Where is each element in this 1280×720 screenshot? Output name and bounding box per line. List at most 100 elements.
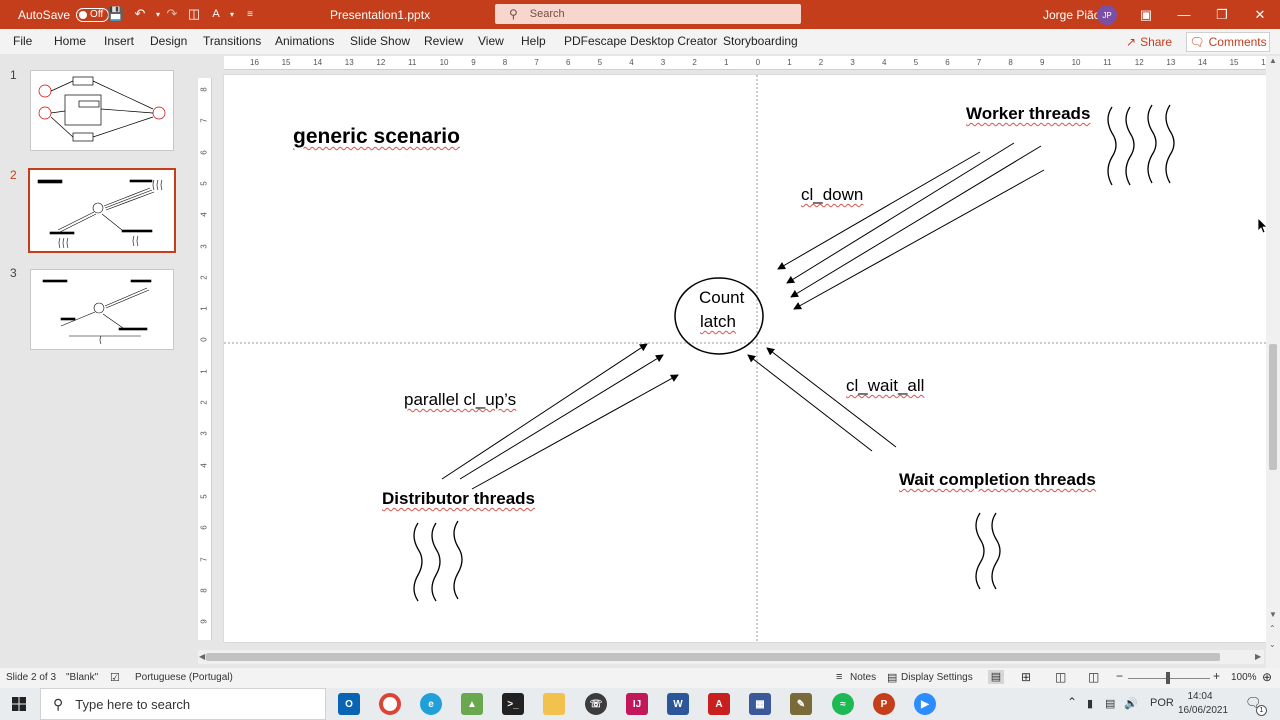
scroll-left-icon[interactable]: ◀ bbox=[199, 652, 205, 661]
slide-thumbnail-1[interactable] bbox=[30, 70, 174, 151]
font-color-dropdown-icon[interactable]: ▾ bbox=[224, 6, 240, 22]
tab-transitions[interactable]: Transitions bbox=[203, 34, 261, 48]
keyboard-language[interactable]: POR bbox=[1150, 697, 1174, 709]
scroll-right-icon[interactable]: ▶ bbox=[1255, 652, 1261, 661]
tray-overflow-icon[interactable]: ⌃ bbox=[1067, 695, 1077, 709]
reading-view-icon[interactable]: ◫ bbox=[1055, 670, 1066, 684]
start-from-beginning-icon[interactable]: ◫ bbox=[186, 6, 202, 22]
zoom-slider-thumb[interactable] bbox=[1166, 672, 1170, 684]
zoom-level[interactable]: 100% bbox=[1231, 672, 1257, 683]
ruler-tick-label: 13 bbox=[344, 58, 354, 67]
autosave-control[interactable]: AutoSave Off bbox=[18, 0, 110, 29]
tab-view[interactable]: View bbox=[478, 34, 504, 48]
word-icon[interactable]: W bbox=[667, 693, 689, 715]
parallel-cl-ups-label[interactable]: parallel cl_up’s bbox=[404, 390, 516, 410]
photos-icon[interactable]: ▲ bbox=[461, 693, 483, 715]
zoom-app-icon[interactable]: ▶ bbox=[914, 693, 936, 715]
edge-icon[interactable]: e bbox=[420, 693, 442, 715]
ruler-tick-label: 1 bbox=[724, 58, 729, 67]
next-slide-icon[interactable]: ⌄ bbox=[1269, 640, 1276, 649]
tab-insert[interactable]: Insert bbox=[104, 34, 134, 48]
horizontal-scrollbar[interactable]: ◀ ▶ bbox=[198, 650, 1264, 664]
windows-start-icon[interactable] bbox=[12, 697, 26, 711]
thumbnail-number: 2 bbox=[10, 168, 17, 182]
comments-button[interactable]: 🗨 Comments bbox=[1186, 32, 1270, 52]
acrobat-icon[interactable]: A bbox=[708, 693, 730, 715]
taskbar-search[interactable]: ⚲ Type here to search bbox=[40, 688, 326, 720]
restore-icon[interactable]: ❐ bbox=[1203, 0, 1241, 29]
scroll-down-icon[interactable]: ▼ bbox=[1269, 610, 1277, 619]
avatar[interactable]: JP bbox=[1097, 5, 1117, 25]
tab-pdfescape[interactable]: PDFescape Desktop Creator bbox=[564, 34, 717, 48]
file-explorer-icon[interactable] bbox=[543, 693, 565, 715]
slide-thumbnail-3[interactable] bbox=[30, 269, 174, 350]
tab-home[interactable]: Home bbox=[54, 34, 86, 48]
notes-icon: ≡ bbox=[836, 671, 843, 683]
clock[interactable]: 14:04 16/06/2021 bbox=[1178, 690, 1228, 718]
user-name: Jorge Pião bbox=[1043, 7, 1101, 22]
slide-title[interactable]: generic scenario bbox=[293, 125, 460, 149]
horizontal-scroll-thumb[interactable] bbox=[206, 653, 1220, 661]
ruler-tick-label: 4 bbox=[882, 58, 887, 67]
fit-slide-icon[interactable]: ⊕ bbox=[1262, 670, 1272, 684]
slide-sorter-icon[interactable]: ⊞ bbox=[1021, 670, 1031, 684]
whatsapp-icon[interactable]: ☏ bbox=[585, 693, 607, 715]
terminal-icon[interactable]: >_ bbox=[502, 693, 524, 715]
intellij-icon[interactable]: IJ bbox=[626, 693, 648, 715]
app-icon[interactable]: ✎ bbox=[790, 693, 812, 715]
zoom-out-icon[interactable]: − bbox=[1116, 669, 1123, 683]
minimize-icon[interactable]: — bbox=[1165, 0, 1203, 29]
tab-review[interactable]: Review bbox=[424, 34, 463, 48]
accessibility-icon[interactable]: ☑ bbox=[110, 671, 120, 684]
slide-canvas[interactable]: generic scenario Worker threads cl_down … bbox=[224, 75, 1266, 642]
wait-completion-threads-label[interactable]: Wait completion threads bbox=[899, 470, 1096, 490]
language-indicator[interactable]: Portuguese (Portugal) bbox=[135, 672, 233, 683]
chrome-icon[interactable] bbox=[379, 693, 401, 715]
autosave-label: AutoSave bbox=[18, 7, 71, 22]
document-title: Presentation1.pptx bbox=[330, 7, 431, 22]
battery-icon[interactable]: ▮ bbox=[1087, 697, 1093, 710]
vertical-scrollbar[interactable]: ▲ ▼ ⌃ ⌄ bbox=[1266, 56, 1280, 668]
tab-design[interactable]: Design bbox=[150, 34, 187, 48]
zoom-in-icon[interactable]: + bbox=[1213, 669, 1220, 683]
cl-wait-all-label[interactable]: cl_wait_all bbox=[846, 376, 924, 396]
outlook-icon[interactable]: O bbox=[338, 693, 360, 715]
tab-slide-show[interactable]: Slide Show bbox=[350, 34, 410, 48]
horizontal-ruler[interactable]: 16 15 14 13 12 11 10 9 8 7 6 5 4 3 2 1 0 1 2 3 4 5 6 7 8 9 10 11 12 1… bbox=[224, 56, 1270, 70]
tab-file[interactable]: File bbox=[13, 34, 32, 48]
autosave-toggle[interactable]: Off bbox=[76, 7, 110, 22]
thumbnail-3-preview bbox=[42, 279, 152, 345]
cl-down-label[interactable]: cl_down bbox=[801, 185, 863, 205]
vertical-ruler[interactable]: 8 7 6 5 4 3 2 1 0 1 2 3 4 5 6 7 8 9 bbox=[198, 78, 212, 640]
display-settings-button[interactable]: Display Settings bbox=[901, 672, 973, 683]
toggle-knob-icon bbox=[79, 10, 88, 19]
tab-help[interactable]: Help bbox=[521, 34, 546, 48]
slide-thumbnail-2[interactable] bbox=[28, 168, 176, 253]
redo-icon[interactable]: ↷ bbox=[164, 6, 180, 22]
share-button[interactable]: ↗ Share bbox=[1126, 33, 1172, 51]
save-icon[interactable]: 💾 bbox=[108, 6, 124, 22]
virtualbox-icon[interactable]: ▦ bbox=[749, 693, 771, 715]
network-icon[interactable]: ▤ bbox=[1105, 697, 1115, 710]
distributor-threads-label[interactable]: Distributor threads bbox=[382, 489, 535, 509]
tab-animations[interactable]: Animations bbox=[275, 34, 334, 48]
powerpoint-icon[interactable]: P bbox=[873, 693, 895, 715]
worker-threads-label[interactable]: Worker threads bbox=[966, 104, 1090, 124]
close-icon[interactable]: ✕ bbox=[1241, 0, 1279, 29]
ribbon-display-options-icon[interactable]: ▣ bbox=[1127, 0, 1165, 29]
spotify-icon[interactable]: ≈ bbox=[832, 693, 854, 715]
slide-show-icon[interactable]: ◫ bbox=[1088, 670, 1099, 684]
search-box[interactable]: ⚲ Search bbox=[495, 4, 801, 24]
count-latch-line2[interactable]: latch bbox=[700, 312, 736, 332]
normal-view-icon[interactable]: ▤ bbox=[988, 670, 1004, 684]
previous-slide-icon[interactable]: ⌃ bbox=[1269, 624, 1276, 633]
count-latch-line1[interactable]: Count bbox=[699, 288, 744, 308]
customize-toolbar-icon[interactable]: ≡ bbox=[242, 6, 258, 22]
volume-icon[interactable]: 🔊 bbox=[1124, 697, 1138, 710]
tab-storyboarding[interactable]: Storyboarding bbox=[723, 34, 798, 48]
notes-button[interactable]: Notes bbox=[850, 672, 876, 683]
scroll-up-icon[interactable]: ▲ bbox=[1269, 56, 1277, 65]
vertical-scroll-thumb[interactable] bbox=[1269, 344, 1277, 470]
undo-icon[interactable]: ↶ bbox=[132, 6, 148, 22]
font-color-icon[interactable]: A bbox=[208, 6, 224, 22]
